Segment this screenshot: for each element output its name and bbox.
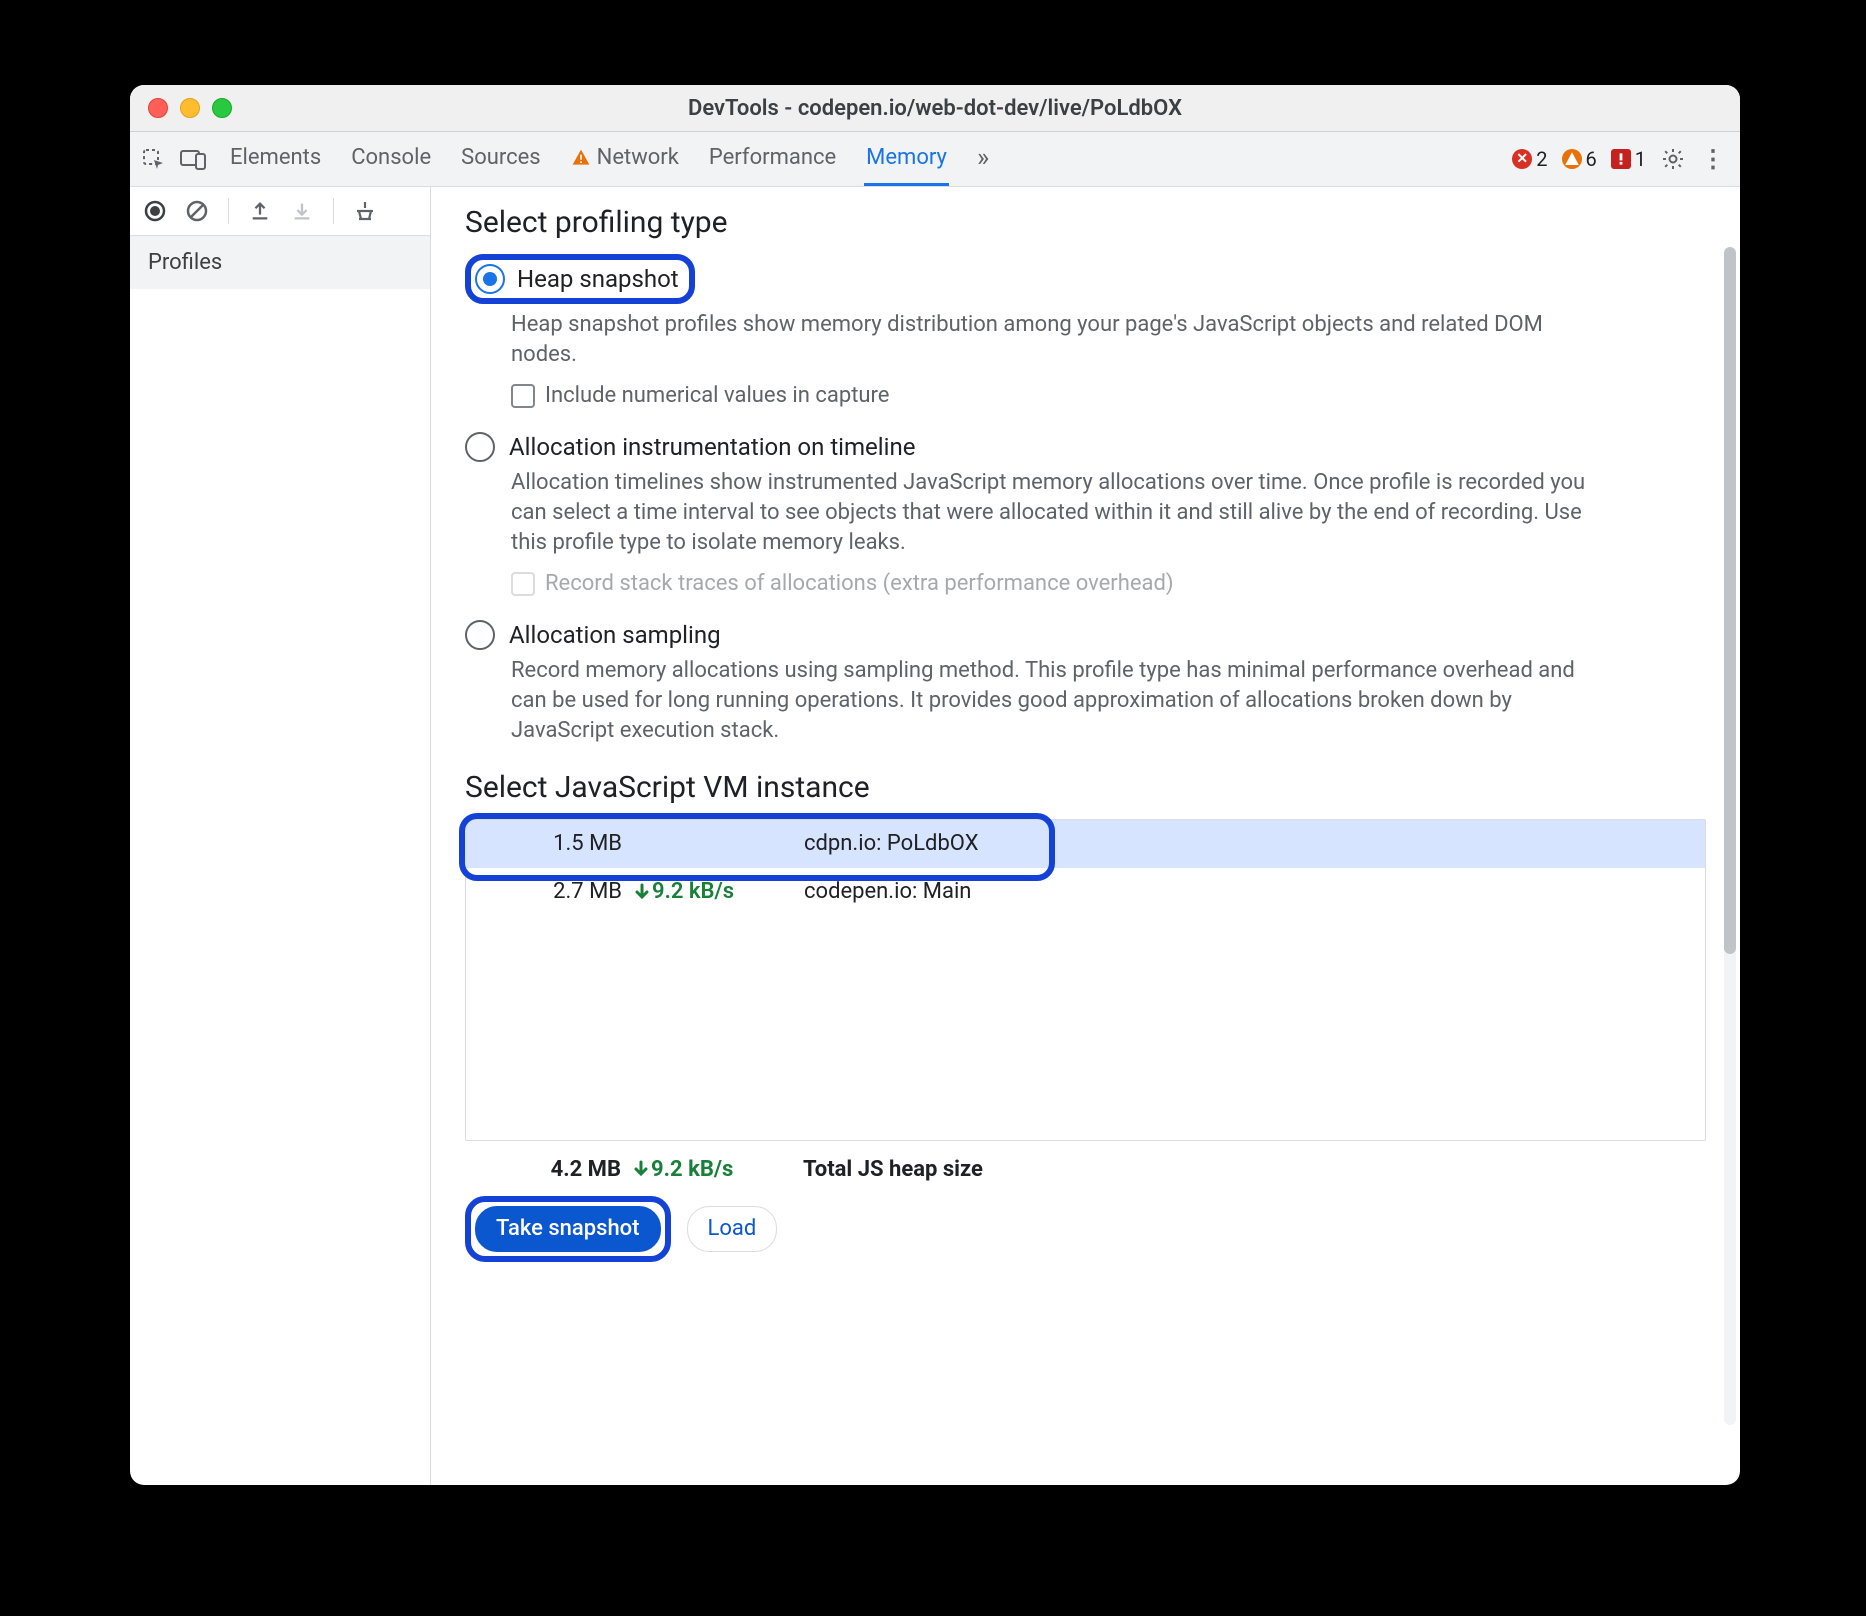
zoom-window-button[interactable] xyxy=(212,98,232,118)
vm-total-size: 4.2 MB xyxy=(483,1157,633,1182)
profiles-section-label: Profiles xyxy=(130,236,430,289)
vm-row-name: codepen.io: Main xyxy=(804,879,1687,904)
tab-memory[interactable]: Memory xyxy=(864,132,949,186)
record-icon[interactable] xyxy=(142,198,168,224)
vm-totals-row: 4.2 MB 9.2 kB/s Total JS heap size xyxy=(465,1157,1706,1182)
panel-tabs: Elements Console Sources Network Perform… xyxy=(218,132,991,186)
minimize-window-button[interactable] xyxy=(180,98,200,118)
vm-total-rate: 9.2 kB/s xyxy=(633,1157,803,1182)
vm-row[interactable]: 2.7 MB 9.2 kB/s codepen.io: Main xyxy=(466,868,1705,916)
radio-allocation-sampling[interactable] xyxy=(465,620,495,650)
tab-sources[interactable]: Sources xyxy=(459,132,543,186)
profiling-type-heading: Select profiling type xyxy=(465,205,1706,240)
memory-toolbar xyxy=(130,187,430,236)
checkbox-label: Include numerical values in capture xyxy=(545,383,889,408)
option-desc: Heap snapshot profiles show memory distr… xyxy=(511,310,1611,369)
checkbox-record-stack-traces xyxy=(511,572,535,596)
warning-icon xyxy=(1562,149,1582,169)
option-title[interactable]: Allocation sampling xyxy=(509,621,721,649)
option-title[interactable]: Heap snapshot xyxy=(517,265,679,293)
close-window-button[interactable] xyxy=(148,98,168,118)
scrollbar[interactable] xyxy=(1724,247,1736,1425)
radio-heap-snapshot[interactable] xyxy=(475,264,505,294)
take-snapshot-button[interactable]: Take snapshot xyxy=(475,1206,661,1252)
kebab-menu-icon[interactable]: ⋮ xyxy=(1700,146,1726,172)
devtools-window: DevTools - codepen.io/web-dot-dev/live/P… xyxy=(130,85,1740,1485)
vm-total-label: Total JS heap size xyxy=(803,1157,1688,1182)
checkbox-include-numerical[interactable] xyxy=(511,384,535,408)
sidebar: Profiles xyxy=(130,187,431,1485)
vm-row-name: cdpn.io: PoLdbOX xyxy=(804,831,1687,856)
download-icon[interactable] xyxy=(289,198,315,224)
vm-row-size: 1.5 MB xyxy=(484,831,634,856)
memory-panel-main: Select profiling type Heap snapshot Heap… xyxy=(431,187,1740,1485)
inspect-element-icon[interactable] xyxy=(140,146,166,172)
vm-row-rate: 9.2 kB/s xyxy=(634,879,804,904)
vm-heading: Select JavaScript VM instance xyxy=(465,770,1706,805)
error-icon: ✕ xyxy=(1512,149,1532,169)
tab-elements[interactable]: Elements xyxy=(228,132,323,186)
tab-console[interactable]: Console xyxy=(349,132,433,186)
collect-garbage-icon[interactable] xyxy=(352,198,378,224)
tab-performance[interactable]: Performance xyxy=(707,132,838,186)
radio-allocation-timeline[interactable] xyxy=(465,432,495,462)
warnings-counter[interactable]: 6 xyxy=(1562,147,1597,171)
option-allocation-timeline: Allocation instrumentation on timeline A… xyxy=(465,432,1706,596)
issues-counter[interactable]: 1 xyxy=(1611,147,1646,171)
more-tabs-button[interactable]: » xyxy=(975,132,991,186)
option-title[interactable]: Allocation instrumentation on timeline xyxy=(509,433,915,461)
traffic-lights xyxy=(130,98,232,118)
load-button[interactable]: Load xyxy=(687,1206,778,1252)
action-row: Take snapshot Load xyxy=(465,1196,1706,1262)
issue-icon xyxy=(1611,149,1631,169)
option-heap-snapshot: Heap snapshot Heap snapshot profiles sho… xyxy=(465,254,1706,408)
vm-instance-section: Select JavaScript VM instance 1.5 MB cdp… xyxy=(465,770,1706,1262)
vm-instance-table: 1.5 MB cdpn.io: PoLdbOX 2.7 MB 9.2 kB/s xyxy=(465,819,1706,1141)
vm-row[interactable]: 1.5 MB cdpn.io: PoLdbOX xyxy=(466,820,1705,868)
option-desc: Allocation timelines show instrumented J… xyxy=(511,468,1611,557)
arrow-down-icon xyxy=(634,883,650,901)
tab-network[interactable]: Network xyxy=(569,132,681,186)
vm-row-size: 2.7 MB xyxy=(484,879,634,904)
warning-triangle-icon xyxy=(571,148,591,168)
arrow-down-icon xyxy=(633,1160,649,1178)
highlight-take-snapshot: Take snapshot xyxy=(465,1196,671,1262)
upload-icon[interactable] xyxy=(247,198,273,224)
clear-icon[interactable] xyxy=(184,198,210,224)
option-allocation-sampling: Allocation sampling Record memory alloca… xyxy=(465,620,1706,745)
highlight-heap-snapshot: Heap snapshot xyxy=(465,254,695,304)
errors-counter[interactable]: ✕ 2 xyxy=(1512,147,1547,171)
devtools-tabbar: Elements Console Sources Network Perform… xyxy=(130,132,1740,187)
settings-gear-icon[interactable] xyxy=(1660,146,1686,172)
option-desc: Record memory allocations using sampling… xyxy=(511,656,1611,745)
titlebar: DevTools - codepen.io/web-dot-dev/live/P… xyxy=(130,85,1740,132)
device-toolbar-icon[interactable] xyxy=(180,146,206,172)
checkbox-label: Record stack traces of allocations (extr… xyxy=(545,571,1174,596)
window-title: DevTools - codepen.io/web-dot-dev/live/P… xyxy=(130,96,1740,121)
